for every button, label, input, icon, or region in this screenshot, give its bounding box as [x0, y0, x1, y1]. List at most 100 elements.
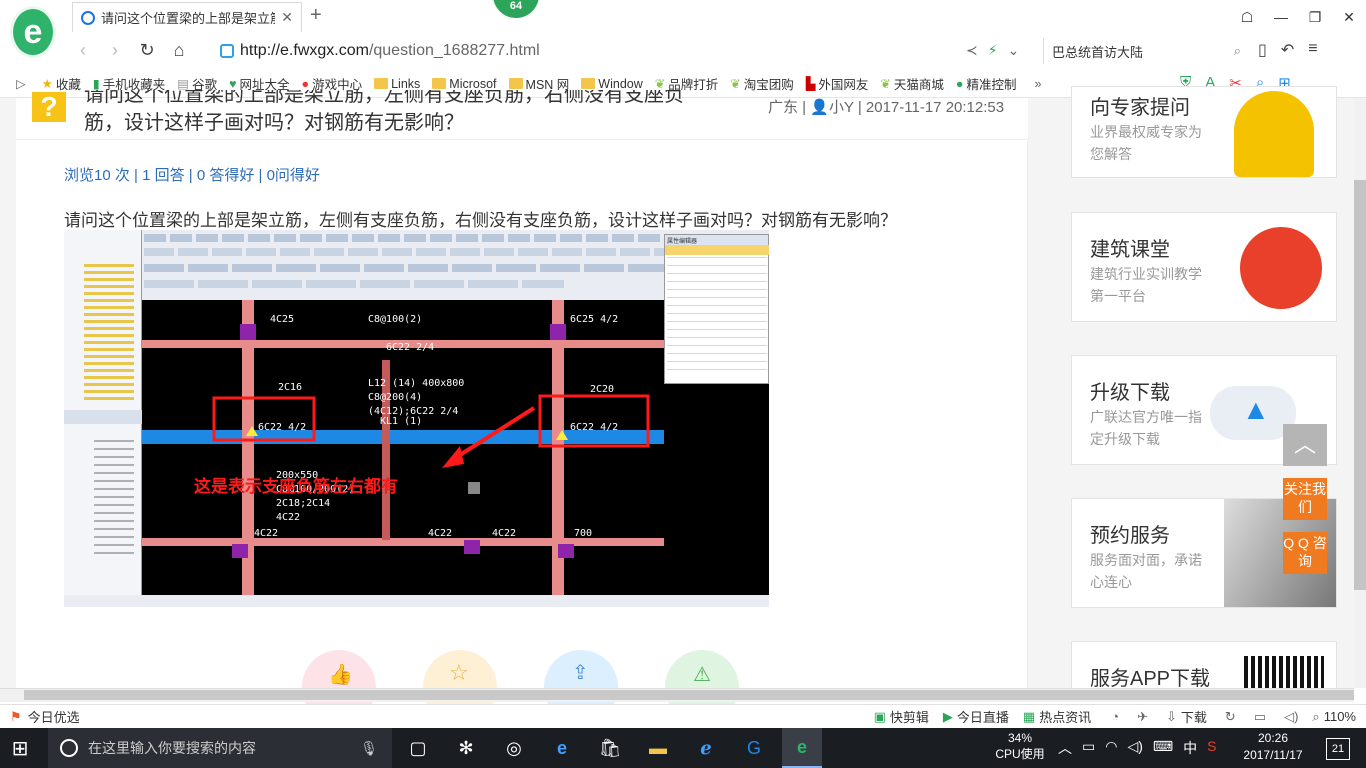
follow-us-button[interactable]: 关注我们 [1283, 478, 1327, 520]
phone-icon[interactable]: ▯ [1258, 40, 1267, 60]
sogou-icon[interactable]: S [1207, 738, 1216, 758]
task-view-icon[interactable]: ▢ [398, 728, 438, 768]
glodon-icon[interactable]: G [734, 728, 774, 768]
ime-indicator[interactable]: 中 [1183, 738, 1197, 758]
expert-mascot-icon [1234, 91, 1314, 177]
minimize-button[interactable]: — [1264, 0, 1298, 34]
bookmark-item[interactable]: ● 精准控制 [956, 74, 1017, 93]
site-favicon-icon [81, 10, 95, 25]
url-actions: ≺ ⚡ ⌄ [966, 42, 1019, 59]
taskbar-search-placeholder: 在这里输入你要搜索的内容 [88, 740, 256, 756]
tab-title: 请问这个位置梁的上部是架立筋 [101, 11, 276, 26]
clock[interactable]: 20:26 2017/11/17 [1236, 730, 1310, 764]
card-ask-expert[interactable]: 向专家提问 业界最权威专家为您解答 [1071, 86, 1337, 178]
keyboard-icon[interactable]: ⌨ [1153, 738, 1173, 758]
fan-app-icon[interactable]: ✻ [446, 728, 486, 768]
bookmark-item[interactable]: ▙ 外国网友 [806, 74, 869, 93]
tray-expand-icon[interactable]: ︿ [1058, 738, 1072, 758]
wifi-icon[interactable]: ◠ [1105, 738, 1117, 758]
folder-icon [581, 78, 596, 89]
cad-label: 6C22 2/4 [386, 342, 434, 353]
question-mark-icon: ? [32, 92, 66, 122]
clip-icon: ▣ [873, 708, 886, 724]
new-tab-button[interactable]: + [310, 4, 322, 27]
vertical-scroll-thumb[interactable] [1354, 180, 1366, 590]
window-icon[interactable]: ▭ [1254, 709, 1266, 725]
leaf-icon: ❦ [654, 77, 666, 91]
search-field[interactable]: 巴总统首访大陆 ⌕ [1043, 38, 1241, 64]
bookmark-item[interactable]: ❦ 天猫商城 [880, 74, 944, 93]
microphone-icon[interactable]: 🎙 [360, 740, 378, 757]
ie-icon[interactable]: ℯ [686, 728, 726, 768]
bookmark-item[interactable]: Microsof [432, 77, 497, 91]
forward-arrow-icon[interactable]: › [102, 40, 128, 61]
bookmark-item[interactable]: Links [374, 77, 420, 91]
star-icon: ★ [41, 77, 53, 91]
store-icon[interactable]: 🛍 [590, 728, 630, 768]
swirl-app-icon[interactable]: ◎ [494, 728, 534, 768]
question-user[interactable]: 小Y [829, 99, 854, 116]
cad-label: 6C22 4/2 [258, 422, 306, 433]
tab-close-icon[interactable]: ✕ [281, 9, 293, 26]
browser-logo-icon[interactable]: e [10, 6, 56, 58]
sidebar-toggle-icon[interactable]: ▷ [16, 76, 26, 91]
volume-icon[interactable]: ◁) [1127, 738, 1142, 758]
restore-button[interactable]: ❐ [1298, 0, 1332, 34]
lightning-icon[interactable]: ⚡ [988, 42, 998, 59]
card-subtitle: 服务面对面，承诺心连心 [1090, 552, 1202, 590]
game-icon: ● [301, 76, 310, 91]
file-explorer-icon[interactable]: ▬ [638, 728, 678, 768]
sound-icon[interactable]: ◁) [1284, 709, 1298, 725]
today-picks[interactable]: 今日优选 [28, 707, 80, 726]
cad-screenshot[interactable]: 属性编辑器 4C25 C8@100(2) 6C25 4/2 6C22 2/4 2… [64, 230, 769, 607]
card-subtitle: 业界最权威专家为您解答 [1090, 124, 1202, 162]
bookmark-item[interactable]: Window [581, 77, 643, 91]
toolbar-right: ▯ ↶ ≡ [1258, 40, 1318, 60]
browser-tab[interactable]: 请问这个位置梁的上部是架立筋 ✕ [72, 2, 302, 32]
qq-consult-button[interactable]: Q Q 咨询 [1283, 532, 1327, 574]
question-stats[interactable]: 浏览10 次 | 1 回答 | 0 答得好 | 0问得好 [64, 164, 320, 185]
share-icon[interactable]: ≺ [966, 42, 978, 59]
phone-icon: ▮ [92, 77, 100, 91]
cad-label: 2C18;2C14 [276, 498, 330, 509]
cad-label: 700 [574, 528, 592, 539]
undo-icon[interactable]: ↶ [1281, 40, 1294, 60]
status-item[interactable]: 今日直播 [957, 707, 1009, 726]
taskbar-search[interactable]: 在这里输入你要搜索的内容 🎙 [48, 728, 392, 768]
cortana-icon [60, 739, 78, 757]
course-logo-icon [1240, 227, 1322, 309]
search-icon[interactable]: ⌕ [1234, 43, 1241, 59]
dropdown-chevron-icon[interactable]: ⌄ [1008, 42, 1020, 59]
zoom-level[interactable]: 110% [1324, 709, 1356, 724]
refresh-icon[interactable]: ↻ [1225, 709, 1236, 725]
notification-center-icon[interactable]: 21 [1326, 738, 1350, 760]
back-arrow-icon[interactable]: ‹ [70, 40, 96, 61]
edge-icon[interactable]: e [542, 728, 582, 768]
windows-start-icon[interactable]: ⊞ [0, 728, 40, 768]
menu-icon[interactable]: ≡ [1308, 40, 1317, 60]
horizontal-scroll-thumb[interactable] [24, 690, 1354, 700]
chat-icon: ● [955, 76, 964, 91]
close-window-button[interactable]: ✕ [1332, 0, 1366, 34]
card-course[interactable]: 建筑课堂 建筑行业实训教学第一平台 [1071, 212, 1337, 322]
home-icon[interactable]: ⌂ [166, 40, 192, 61]
status-item[interactable]: 下载 [1181, 707, 1207, 726]
status-item[interactable]: 快剪辑 [890, 707, 929, 726]
cad-label: KL1 (1) [380, 416, 422, 427]
pin-icon[interactable]: ✈ [1137, 709, 1148, 725]
status-item[interactable]: 热点资讯 [1039, 707, 1091, 726]
cad-drawing: 4C25 C8@100(2) 6C25 4/2 6C22 2/4 2C16 L1… [142, 300, 664, 600]
play-icon: ▶ [942, 708, 953, 724]
card-title: 向专家提问 [1090, 97, 1190, 119]
back-to-top-button[interactable]: ︿ [1283, 424, 1327, 466]
battery-icon[interactable]: ▭ [1082, 738, 1095, 758]
share-icon: ⇪ [572, 662, 589, 684]
reload-icon[interactable]: ↻ [134, 40, 160, 61]
cpu-meter[interactable]: 34% CPU使用 [990, 730, 1050, 762]
question-time: 2017-11-17 20:12:53 [865, 99, 1005, 116]
url-field[interactable]: http://e.fwxgx.com/question_1688277.html [220, 38, 1030, 64]
speed-icon[interactable]: ◔ [1111, 709, 1119, 724]
skin-icon[interactable]: ☖ [1230, 0, 1264, 34]
browser-taskbar-icon[interactable]: e [782, 728, 822, 768]
more-bookmarks-icon[interactable]: » [1034, 77, 1041, 91]
